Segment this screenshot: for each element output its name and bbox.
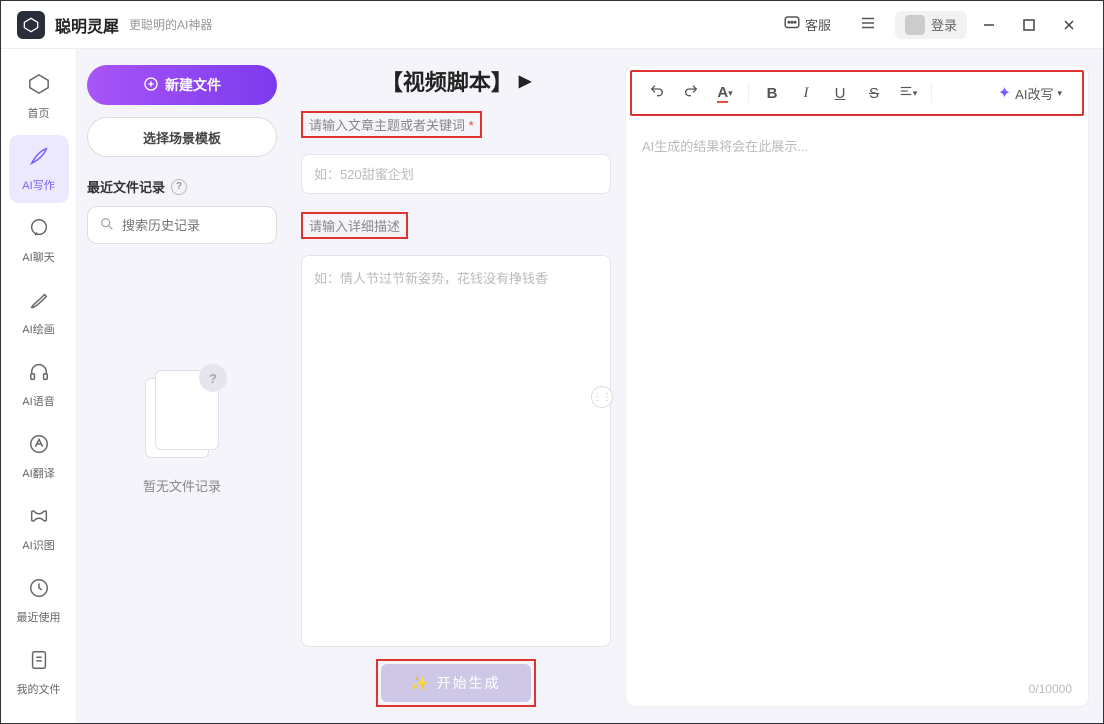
login-button[interactable]: 登录 <box>895 11 967 39</box>
underline-button[interactable]: U <box>825 78 855 108</box>
menu-button[interactable] <box>849 8 887 41</box>
minimize-button[interactable] <box>971 10 1007 40</box>
nav-label: AI绘画 <box>22 321 54 337</box>
nav-ai-translate[interactable]: AI翻译 <box>9 423 69 491</box>
nav-label: AI翻译 <box>22 465 54 481</box>
nav-ai-chat[interactable]: AI聊天 <box>9 207 69 275</box>
italic-icon: I <box>804 85 809 102</box>
sidebar: 首页 AI写作 AI聊天 AI绘画 AI语音 AI翻译 AI识图 最近使用 <box>1 49 77 723</box>
nav-label: AI语音 <box>22 393 54 409</box>
choose-template-button[interactable]: 选择场景模板 <box>87 117 277 157</box>
hamburger-icon <box>859 14 877 35</box>
maximize-button[interactable] <box>1011 10 1047 40</box>
recent-files-label: 最近文件记录 <box>87 177 165 196</box>
empty-label: 暂无文件记录 <box>143 476 221 495</box>
input-column: 【视频脚本】 ▶ 请输入文章主题或者关键词 * 请输入详细描述 ✨ 开始生成 <box>301 65 611 707</box>
customer-service-button[interactable]: 客服 <box>773 8 841 41</box>
titlebar: 聪明灵犀 更聪明的AI神器 客服 登录 <box>1 1 1103 49</box>
generate-button[interactable]: ✨ 开始生成 <box>381 664 531 702</box>
brush-icon <box>28 289 50 317</box>
panel-drag-handle[interactable]: ⋮⋮ <box>591 386 613 408</box>
italic-button[interactable]: I <box>791 78 821 108</box>
align-icon <box>899 84 913 102</box>
nav-home[interactable]: 首页 <box>9 63 69 131</box>
empty-state: ? 暂无文件记录 <box>87 364 277 495</box>
home-icon <box>28 73 50 101</box>
ai-rewrite-button[interactable]: ✦ AI改写 ▾ <box>988 79 1072 107</box>
nav-label: AI写作 <box>22 177 54 193</box>
file-panel: 新建文件 选择场景模板 最近文件记录 ? ? 暂无文件记录 <box>77 49 287 723</box>
detail-label: 请输入详细描述 <box>301 212 408 239</box>
script-title: 【视频脚本】 ▶ <box>301 65 611 97</box>
nav-ai-image[interactable]: AI识图 <box>9 495 69 563</box>
search-wrap <box>87 206 277 244</box>
avatar-icon <box>905 15 925 35</box>
help-icon[interactable]: ? <box>171 179 187 195</box>
char-counter: 0/10000 <box>1029 682 1072 696</box>
app-subtitle: 更聪明的AI神器 <box>129 16 212 33</box>
redo-icon <box>683 83 699 103</box>
login-label: 登录 <box>931 15 957 34</box>
detail-input[interactable] <box>301 255 611 647</box>
nav-label: 我的文件 <box>17 681 61 697</box>
new-file-button[interactable]: 新建文件 <box>87 65 277 105</box>
undo-button[interactable] <box>642 78 672 108</box>
undo-icon <box>649 83 665 103</box>
strike-button[interactable]: S <box>859 78 889 108</box>
image-recog-icon <box>28 505 50 533</box>
nav-label: 最近使用 <box>17 609 61 625</box>
underline-icon: U <box>835 85 846 102</box>
editor-area: 【视频脚本】 ▶ 请输入文章主题或者关键词 * 请输入详细描述 ✨ 开始生成 ⋮… <box>287 49 1103 723</box>
align-button[interactable]: ▾ <box>893 78 923 108</box>
rich-text-toolbar: A▾ B I U S ▾ ✦ AI改写 ▾ <box>630 70 1084 116</box>
customer-service-label: 客服 <box>805 15 831 34</box>
recent-files-header: 最近文件记录 ? <box>87 177 277 196</box>
close-button[interactable] <box>1051 10 1087 40</box>
headphones-icon <box>28 361 50 389</box>
redo-button[interactable] <box>676 78 706 108</box>
app-logo-icon <box>17 11 45 39</box>
bold-icon: B <box>767 85 778 102</box>
plus-circle-icon <box>143 76 159 95</box>
script-title-text: 【视频脚本】 <box>381 65 513 97</box>
ai-rewrite-label: AI改写 <box>1015 84 1053 103</box>
output-column: A▾ B I U S ▾ ✦ AI改写 ▾ AI生成的结果将会在此展示... 0… <box>625 65 1089 707</box>
nav-my-files[interactable]: 我的文件 <box>9 639 69 707</box>
sparkle-icon: ✦ <box>998 83 1011 103</box>
strike-icon: S <box>869 85 879 102</box>
app-name: 聪明灵犀 <box>55 13 119 37</box>
chat-icon <box>783 14 801 35</box>
output-placeholder: AI生成的结果将会在此展示... <box>642 139 808 154</box>
pen-icon <box>28 145 50 173</box>
new-file-label: 新建文件 <box>165 75 221 95</box>
file-icon <box>28 649 50 677</box>
nav-label: AI聊天 <box>22 249 54 265</box>
nav-label: AI识图 <box>22 537 54 553</box>
nav-recent[interactable]: 最近使用 <box>9 567 69 635</box>
nav-ai-writing[interactable]: AI写作 <box>9 135 69 203</box>
subject-label: 请输入文章主题或者关键词 * <box>301 111 482 138</box>
empty-illustration-icon: ? <box>137 364 227 464</box>
nav-ai-voice[interactable]: AI语音 <box>9 351 69 419</box>
search-icon <box>99 216 115 237</box>
nav-label: 首页 <box>28 105 50 121</box>
clock-icon <box>28 577 50 605</box>
font-color-icon: A <box>717 84 728 103</box>
play-icon[interactable]: ▶ <box>519 71 531 91</box>
output-body[interactable]: AI生成的结果将会在此展示... 0/10000 <box>626 120 1088 706</box>
search-input[interactable] <box>87 206 277 244</box>
translate-icon <box>28 433 50 461</box>
subject-input[interactable] <box>301 154 611 194</box>
font-color-button[interactable]: A▾ <box>710 78 740 108</box>
chat-bubble-icon <box>28 217 50 245</box>
bold-button[interactable]: B <box>757 78 787 108</box>
nav-ai-paint[interactable]: AI绘画 <box>9 279 69 347</box>
